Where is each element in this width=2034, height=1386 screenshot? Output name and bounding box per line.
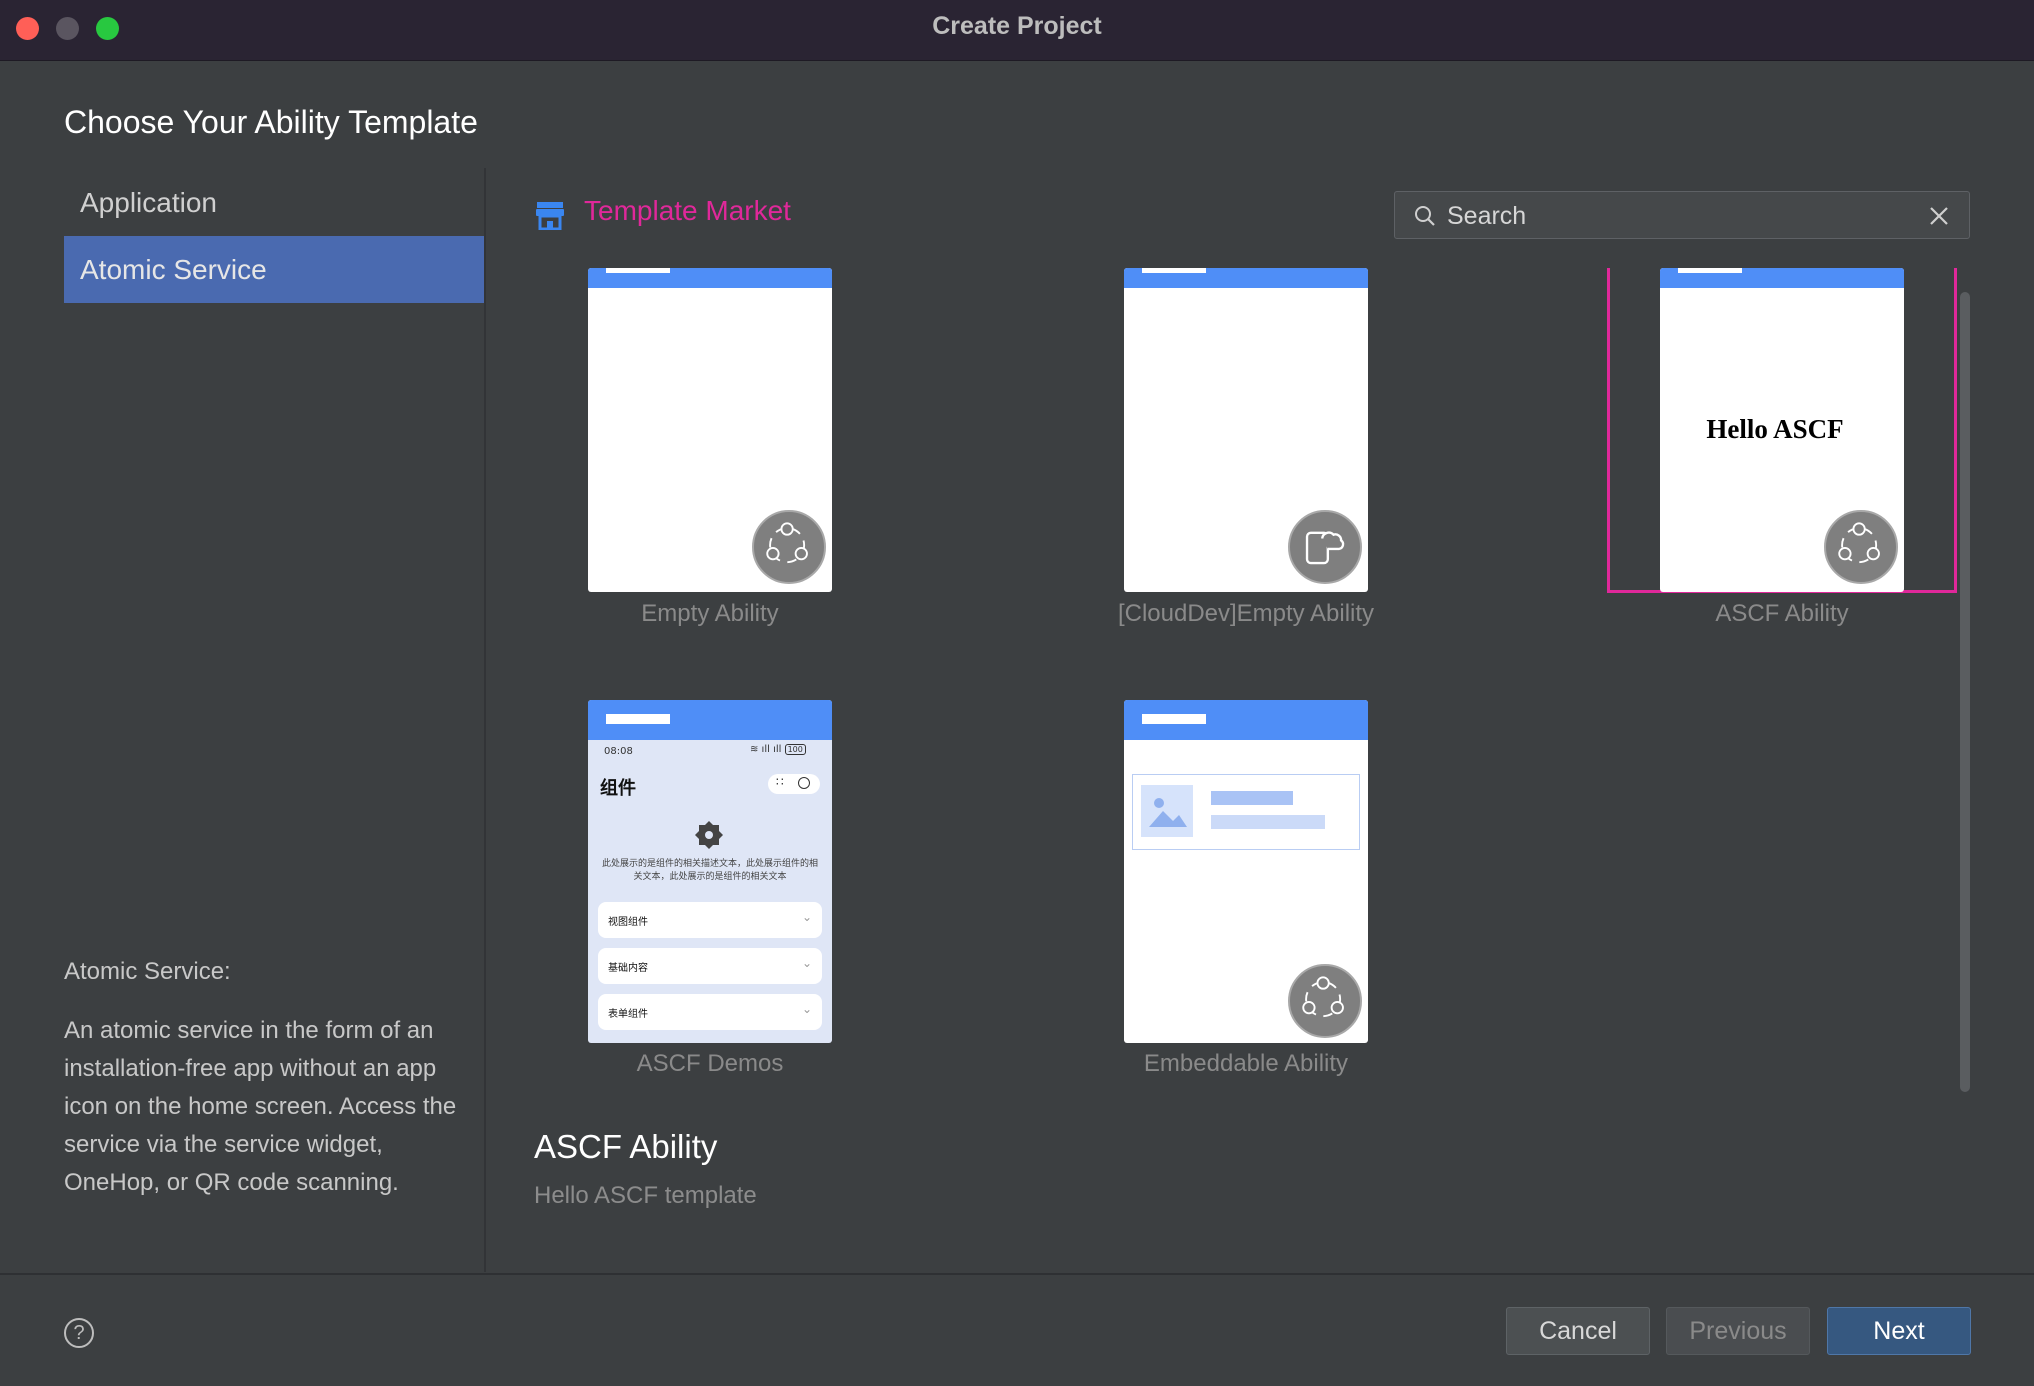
next-button[interactable]: Next — [1827, 1307, 1971, 1355]
preview-top-bar — [1660, 268, 1904, 288]
preview-description: 此处展示的是组件的相关描述文本，此处展示组件的相关文本，此处展示的是组件的相关文… — [601, 859, 818, 882]
search-box[interactable] — [1394, 191, 1970, 239]
search-icon — [1415, 206, 1435, 226]
preview-row: 基础内容 ⌄ — [598, 948, 822, 984]
description-body: An atomic service in the form of an inst… — [64, 1017, 457, 1196]
description-title: Atomic Service: — [64, 958, 231, 985]
preview-title: 组件 — [600, 778, 636, 799]
page-heading: Choose Your Ability Template — [64, 104, 478, 140]
previous-button[interactable]: Previous — [1666, 1307, 1810, 1355]
preview-top-bar — [588, 268, 832, 288]
template-preview: 08:08 ≋ ıll ıll 100 组件 ∷ 此处展示的是组件的相关描述文本… — [588, 700, 832, 1043]
sidebar-item-application[interactable]: Application — [64, 169, 484, 236]
template-market-label[interactable]: Template Market — [584, 195, 791, 227]
atomic-service-icon — [1824, 510, 1898, 584]
help-icon[interactable]: ? — [64, 1318, 94, 1348]
preview-top-bar — [588, 700, 832, 740]
window-title: Create Project — [932, 12, 1102, 40]
component-gear-icon — [695, 821, 723, 849]
template-name: ASCF Ability — [1715, 600, 1849, 627]
atomic-service-icon — [752, 510, 826, 584]
cancel-button[interactable]: Cancel — [1506, 1307, 1650, 1355]
footer-divider — [0, 1273, 2034, 1275]
selected-template-title: ASCF Ability — [534, 1128, 718, 1165]
selected-template-subtitle: Hello ASCF template — [534, 1182, 757, 1209]
preview-top-bar — [1124, 700, 1368, 740]
sidebar-item-atomic-service[interactable]: Atomic Service — [64, 236, 484, 303]
preview-hello-text: Hello ASCF — [1706, 414, 1844, 444]
preview-top-bar — [1124, 268, 1368, 288]
vertical-divider — [484, 168, 486, 1272]
preview-row: 表单组件 ⌄ — [598, 994, 822, 1030]
embedded-card-preview — [1132, 774, 1360, 850]
image-placeholder-icon — [1141, 785, 1193, 837]
preview-battery: 100 — [784, 744, 806, 755]
clear-search-icon[interactable] — [1927, 204, 1951, 228]
preview-row: 视图组件 ⌄ — [598, 902, 822, 938]
template-list-scrollbar[interactable] — [1960, 292, 1970, 1092]
title-bar: Create Project — [0, 0, 2034, 61]
template-name: Empty Ability — [641, 600, 779, 627]
template-name: [CloudDev]Empty Ability — [1117, 600, 1375, 627]
template-name: Embeddable Ability — [1143, 1050, 1349, 1077]
preview-time: 08:08 — [604, 746, 633, 757]
atomic-service-icon — [1288, 964, 1362, 1038]
search-input[interactable] — [1445, 198, 1909, 234]
store-icon — [536, 202, 564, 230]
template-name: ASCF Demos — [636, 1050, 784, 1077]
preview-capsule: ∷ — [768, 774, 820, 794]
cloud-phone-icon — [1288, 510, 1362, 584]
preview-status-icons: ≋ ıll ıll 100 — [750, 744, 806, 755]
